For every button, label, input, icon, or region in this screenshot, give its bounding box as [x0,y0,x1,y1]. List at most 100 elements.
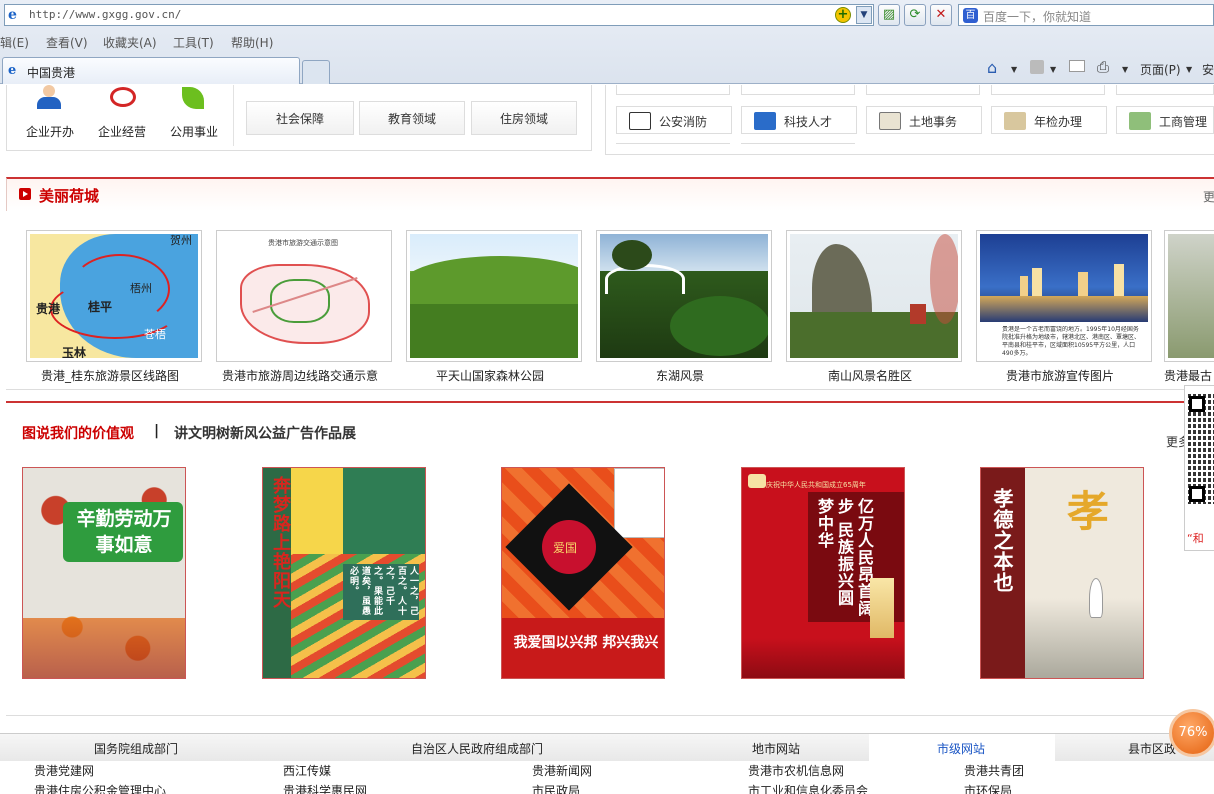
address-url[interactable]: http://www.gxgg.gov.cn/ [29,8,181,21]
service-label: 企业开办 [26,125,75,139]
poster-char: 孝 [1067,487,1110,536]
button-education[interactable]: 教育领域 [359,101,465,135]
poster-hardwork[interactable]: 辛勤劳动万事如意 [22,467,186,679]
tab-public-ads[interactable]: 讲文明树新风公益广告作品展 [174,423,356,443]
poster-filial-piety[interactable]: 孝德之本也 孝 [980,467,1144,679]
gallery-caption[interactable]: 贵港_桂东旅游景区线路图 [15,367,205,384]
button-public-security[interactable]: 公安消防 [616,106,732,134]
button-business-admin[interactable]: 工商管理 [1116,106,1214,134]
seal-icon [108,87,138,113]
footer-link[interactable]: 贵港党建网 [34,762,94,779]
home-dropdown-icon[interactable]: ▼ [1011,65,1017,74]
more-link[interactable]: 更 [1203,188,1214,205]
button-label: 公安消防 [659,115,708,129]
button-social-security[interactable]: 社会保障 [246,101,354,135]
section-arrow-icon [19,188,31,200]
footer-tab-county[interactable]: 县市区政 [1128,740,1176,757]
footer-link[interactable]: 贵港新闻网 [532,762,592,779]
service-item-enterprise-operate[interactable]: 企业经营 [96,85,150,141]
map-label: 玉林 [62,346,87,358]
menu-edit[interactable]: 辑(E) [0,34,29,51]
footer-tab-state-council[interactable]: 国务院组成部门 [94,740,178,757]
gallery-caption[interactable]: 东湖风景 [585,367,775,384]
karst-hill-photo [790,234,958,358]
mail-icon[interactable] [1069,60,1085,72]
go-green-icon[interactable]: + [835,7,851,23]
refresh-icon[interactable]: ⟳ [904,4,926,26]
address-bar[interactable]: e http://www.gxgg.gov.cn/ + ▼ [4,4,874,26]
menu-help[interactable]: 帮助(H) [231,34,273,51]
mountain-photo [410,234,578,358]
page-menu[interactable]: 页面(P) [1140,61,1181,78]
feeds-icon[interactable] [1030,60,1044,74]
gallery-caption[interactable]: 南山风景名胜区 [775,367,965,384]
button-label: 科技人才 [784,115,833,129]
button-label: 年检办理 [1034,115,1083,129]
menu-view[interactable]: 查看(V) [46,34,88,51]
menu-favorites[interactable]: 收藏夹(A) [103,34,157,51]
button-land-affairs[interactable]: 土地事务 [866,106,982,134]
poster-header: 庆祝中华人民共和国成立65周年 [766,481,866,489]
page-dropdown-icon[interactable]: ▼ [1186,65,1192,74]
print-dropdown-icon[interactable]: ▼ [1122,65,1128,74]
footer-tab-region[interactable]: 自治区人民政府组成部门 [411,740,543,757]
safety-menu[interactable]: 安 [1202,61,1214,78]
footer-link[interactable]: 西江传媒 [283,762,331,779]
map-label: 贺州 [170,234,192,247]
qr-caption: “和 [1187,532,1204,545]
search-placeholder[interactable]: 百度一下，你就知道 [983,8,1091,25]
gallery-caption[interactable]: 平天山国家森林公园 [395,367,585,384]
footer-link[interactable]: 贵港科学惠民网 [283,782,367,794]
service-item-public-utility[interactable]: 公用事业 [168,85,222,141]
zoom-badge[interactable]: 76% [1169,709,1214,757]
tab-values-active[interactable]: 图说我们的价值观 [22,423,134,443]
button-housing[interactable]: 住房领域 [471,101,577,135]
home-icon[interactable]: ⌂ [987,58,997,77]
gallery-caption[interactable]: 贵港市旅游宣传图片 [965,367,1155,384]
section-title: 美丽荷城 [39,187,100,205]
gallery-thumb-nanshan[interactable] [786,230,962,362]
footer-link[interactable]: 市工业和信息化委员会 [748,782,868,794]
service-label: 公用事业 [170,125,219,139]
tab-title: 中国贵港 [27,66,76,80]
button-annual-inspection[interactable]: 年检办理 [991,106,1107,134]
values-bottom-border [6,715,1186,716]
poster-dream-road[interactable]: 奔梦路上艳阳天 人一之，己百之。人十之，己千之。果能此道矣，虽愚必明。 [262,467,426,679]
poster-love-country[interactable]: 爱国 我爱国以兴邦 邦兴我兴 [501,467,665,679]
footer-link[interactable]: 市环保局 [964,782,1012,794]
button-label: 工商管理 [1159,115,1208,129]
feeds-dropdown-icon[interactable]: ▼ [1050,65,1056,74]
new-tab-button[interactable] [302,60,330,84]
search-box[interactable]: 百 百度一下，你就知道 [958,4,1214,26]
button-tech-talent[interactable]: 科技人才 [741,106,857,134]
footer-link[interactable]: 市民政局 [532,782,580,794]
menu-tools[interactable]: 工具(T) [173,34,214,51]
gallery-thumb-map2[interactable]: 贵港市旅游交通示意图 [216,230,392,362]
panel-divider [233,85,234,146]
poster-chinese-dream[interactable]: 庆祝中华人民共和国成立65周年 亿万人民昂首阔步 民族振兴圆梦中华 [741,467,905,679]
service-item-enterprise-open[interactable]: 企业开办 [24,85,78,141]
money-icon [1129,112,1151,130]
footer-tab-city-sites[interactable]: 地市网站 [752,740,800,757]
gallery-caption[interactable]: 贵港最古 [1164,367,1212,384]
gallery-bottom-border [6,389,1186,390]
leaf-icon [182,85,212,111]
stop-icon[interactable]: ✕ [930,4,952,26]
gallery-thumb-pingtian[interactable] [406,230,582,362]
dropdown-icon[interactable]: ▼ [856,6,872,24]
gallery-thumb-promo[interactable]: 贵港是一个古老而富饶的地方。1995年10月经国务院批准升格为地级市，辖港北区、… [976,230,1152,362]
print-icon[interactable]: ⎙ [1097,58,1109,76]
footer-link[interactable]: 贵港市农机信息网 [748,762,844,779]
gallery-thumb-map1[interactable]: 贵港 桂平 梧州 玉林 苍梧 贺州 [26,230,202,362]
footer-link[interactable]: 贵港共青团 [964,762,1024,779]
qr-code[interactable]: “和 [1184,385,1214,551]
gallery-thumb-donghu[interactable] [596,230,772,362]
footer-tab-municipal[interactable]: 市级网站 [937,740,985,757]
ie-icon: e [8,7,17,23]
gallery-caption[interactable]: 贵港市旅游周边线路交通示意 [205,367,395,384]
footer-link[interactable]: 贵港住房公积金管理中心 [34,782,166,794]
person-icon [34,85,64,111]
tab-current[interactable]: e 中国贵港 [2,57,300,84]
compatibility-icon[interactable]: ▨ [878,4,900,26]
gallery-thumb-ancient[interactable] [1164,230,1214,362]
